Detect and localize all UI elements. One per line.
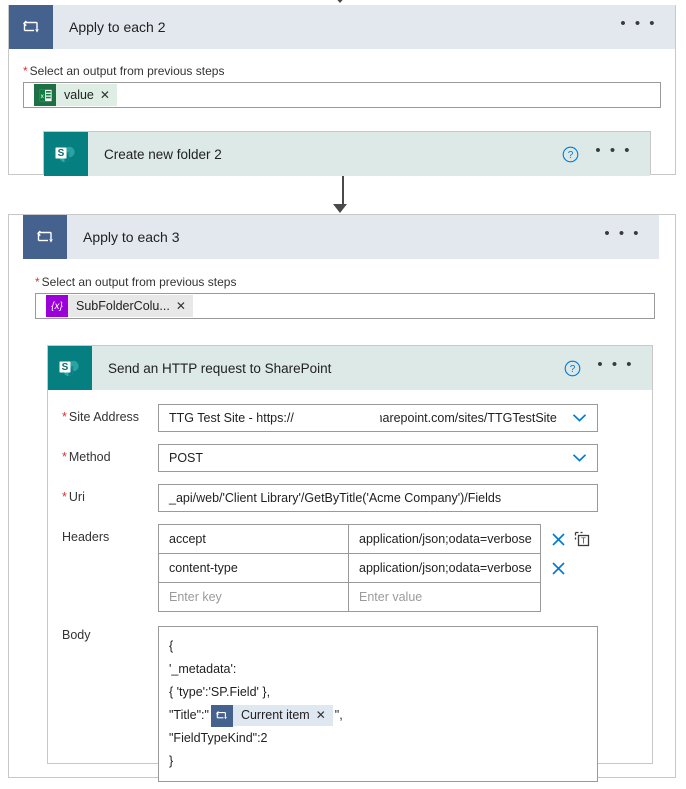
scope-more-button[interactable]: • • •: [620, 16, 675, 35]
method-label: * Method: [62, 450, 111, 464]
connector-top: [0, 0, 686, 3]
body-textarea[interactable]: { '_metadata': { 'type':'SP.Field' }, "T…: [158, 626, 598, 782]
svg-text:T: T: [581, 536, 586, 545]
required-marker: *: [23, 64, 28, 78]
select-output-input-3[interactable]: {x} SubFolderColu... ✕: [35, 293, 655, 319]
action-header-create-new-folder-2[interactable]: S Create new folder 2 ? • • •: [44, 132, 650, 176]
body-line: { 'type':'SP.Field' },: [169, 685, 271, 699]
header-row: accept application/json;odata=verbose T: [158, 524, 592, 554]
select-output-label-2: * Select an output from previous steps: [23, 64, 225, 78]
token-label: value: [64, 88, 94, 102]
scope-apply-to-each-2: Apply to each 2 • • • * Select an output …: [8, 5, 676, 176]
help-icon[interactable]: ?: [564, 360, 581, 377]
site-address-value-prefix: TTG Test Site - https://: [169, 411, 294, 425]
header-value-input-new[interactable]: Enter value: [348, 582, 541, 612]
body-line: '_metadata':: [169, 662, 237, 676]
required-marker: *: [35, 275, 40, 289]
header-value-input-1[interactable]: application/json;odata=verbose: [348, 553, 541, 583]
svg-text:?: ?: [570, 364, 576, 375]
sharepoint-icon: S: [48, 346, 92, 390]
select-output-input-2[interactable]: x value ✕: [23, 82, 661, 108]
body-line-with-token: "Title":" Current item ✕ ",: [169, 704, 587, 727]
required-marker: *: [62, 410, 67, 424]
excel-icon: x: [34, 84, 56, 106]
token-current-item[interactable]: Current item ✕: [210, 704, 333, 727]
header-remove-icon-0[interactable]: [551, 532, 566, 547]
body-line: }: [169, 754, 174, 768]
scope-header-apply-to-each-3[interactable]: Apply to each 3 • • •: [23, 215, 659, 259]
select-output-label-3: * Select an output from previous steps: [35, 275, 237, 289]
scope-apply-to-each-3: Apply to each 3 • • • * Select an output …: [8, 214, 676, 782]
uri-input[interactable]: _api/web/'Client Library'/GetByTitle('Ac…: [158, 484, 598, 512]
headers-label: Headers: [62, 530, 110, 544]
uri-label: * Uri: [62, 490, 85, 504]
form-row-body: Body { '_metadata': { 'type':'SP.Field' …: [48, 626, 652, 782]
variable-icon: {x}: [46, 295, 68, 317]
site-address-label: * Site Address: [62, 410, 140, 424]
required-marker: *: [62, 450, 67, 464]
uri-value: _api/web/'Client Library'/GetByTitle('Ac…: [169, 491, 502, 505]
header-row: content-type application/json;odata=verb…: [158, 553, 592, 583]
headers-table: accept application/json;odata=verbose T …: [158, 524, 592, 612]
body-token-suffix: ",: [334, 708, 343, 722]
header-row-empty: Enter key Enter value: [158, 582, 592, 612]
token-label: SubFolderColu...: [76, 299, 170, 313]
token-value[interactable]: x value ✕: [34, 84, 117, 106]
body-line: "FieldTypeKind":2: [169, 731, 268, 745]
form-row-site-address: * Site Address TTG Test Site - https:// .…: [48, 404, 652, 432]
action-header-send-http-request[interactable]: S Send an HTTP request to SharePoint ? •…: [48, 346, 652, 390]
chevron-down-icon[interactable]: [572, 453, 587, 463]
token-remove-icon[interactable]: ✕: [98, 88, 117, 102]
form-row-method: * Method POST: [48, 444, 652, 472]
required-marker: *: [62, 490, 67, 504]
body-line: {: [169, 639, 174, 653]
action-create-new-folder-2: S Create new folder 2 ? • • •: [43, 131, 651, 176]
action-title: Send an HTTP request to SharePoint: [108, 360, 332, 376]
form-row-uri: * Uri _api/web/'Client Library'/GetByTitl…: [48, 484, 652, 512]
header-key-input-new[interactable]: Enter key: [158, 582, 349, 612]
header-key-input-1[interactable]: content-type: [158, 553, 349, 583]
loop-icon: [210, 704, 233, 727]
token-subfoldercolumn[interactable]: {x} SubFolderColu... ✕: [46, 295, 193, 317]
method-select[interactable]: POST: [158, 444, 598, 472]
body-label: Body: [62, 628, 91, 642]
loop-icon: [9, 5, 53, 49]
svg-text:S: S: [62, 362, 69, 373]
action-more-button[interactable]: • • •: [595, 143, 650, 162]
form-row-headers: Headers accept application/json;odata=ve…: [48, 524, 652, 612]
connector-between-scopes: [0, 176, 686, 213]
action-send-http-request-to-sharepoint: S Send an HTTP request to SharePoint ? •…: [47, 345, 653, 782]
scope-header-apply-to-each-2[interactable]: Apply to each 2 • • •: [9, 5, 675, 49]
header-remove-icon-1[interactable]: [551, 561, 566, 576]
token-remove-icon[interactable]: ✕: [174, 299, 193, 313]
svg-text:?: ?: [568, 150, 574, 161]
switch-to-text-mode-icon[interactable]: T: [574, 531, 590, 547]
action-title: Create new folder 2: [104, 146, 222, 162]
body-token-prefix: "Title":": [169, 708, 209, 722]
svg-text:S: S: [58, 148, 65, 159]
action-more-button[interactable]: • • •: [597, 357, 652, 376]
header-key-input-0[interactable]: accept: [158, 524, 349, 554]
token-label: Current item: [240, 708, 310, 722]
loop-icon: [23, 215, 67, 259]
site-address-input[interactable]: TTG Test Site - https:// .sharepoint.com…: [158, 404, 598, 432]
scope-title: Apply to each 2: [69, 19, 166, 35]
scope-more-button[interactable]: • • •: [604, 226, 659, 245]
token-remove-icon[interactable]: ✕: [314, 704, 333, 727]
help-icon[interactable]: ?: [562, 146, 579, 163]
chevron-down-icon[interactable]: [572, 413, 587, 423]
redacted-tenant-name: [314, 406, 380, 430]
sharepoint-icon: S: [44, 132, 88, 176]
method-value: POST: [169, 451, 204, 465]
header-value-input-0[interactable]: application/json;odata=verbose: [348, 524, 541, 554]
scope-title: Apply to each 3: [83, 229, 180, 245]
